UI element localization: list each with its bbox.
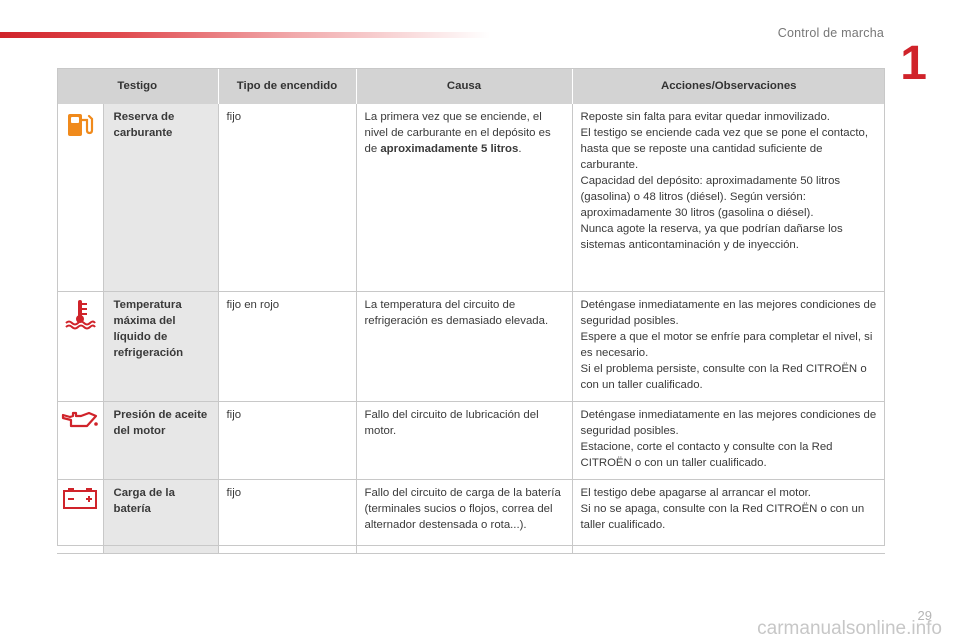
action-line: Espere a que el motor se enfríe para com… bbox=[580, 330, 873, 359]
light-name: Carga de la batería bbox=[103, 479, 219, 554]
coolant-temperature-icon bbox=[61, 298, 99, 330]
table-header-row: Testigo Tipo de encendido Causa Acciones… bbox=[57, 68, 885, 104]
light-cause: Fallo del circuito de lubricación del mo… bbox=[356, 401, 573, 480]
action-line: Si el problema persiste, consulte con la… bbox=[580, 362, 867, 391]
light-type: fijo bbox=[218, 104, 357, 292]
battery-icon bbox=[61, 486, 99, 510]
action-line: Reposte sin falta para evitar quedar inm… bbox=[580, 111, 830, 123]
light-name: Temperatura máxima del líquido de refrig… bbox=[103, 291, 219, 402]
light-actions: Deténgase inmediatamente en las mejores … bbox=[572, 401, 885, 480]
icon-cell bbox=[57, 479, 104, 554]
light-type: fijo en rojo bbox=[218, 291, 357, 402]
table-row: Presión de aceite del motor fijo Fallo d… bbox=[57, 401, 885, 480]
action-line: Nunca agote la reserva, ya que podrían d… bbox=[580, 223, 843, 251]
icon-cell bbox=[57, 104, 104, 292]
light-type: fijo bbox=[218, 479, 357, 554]
cause-text-end: . bbox=[518, 143, 522, 155]
action-line: Capacidad del depósito: aproximadamente … bbox=[580, 175, 841, 219]
light-cause: La primera vez que se enciende, el nivel… bbox=[356, 104, 573, 292]
section-title: Control de marcha bbox=[777, 26, 884, 40]
icon-cell bbox=[57, 291, 104, 402]
action-line: Deténgase inmediatamente en las mejores … bbox=[580, 408, 877, 437]
action-line: Si no se apaga, consulte con la Red CITR… bbox=[580, 502, 865, 531]
column-header-acciones: Acciones/Observaciones bbox=[572, 68, 885, 104]
table-row: Temperatura máxima del líquido de refrig… bbox=[57, 291, 885, 402]
light-cause: Fallo del circuito de carga de la baterí… bbox=[356, 479, 573, 554]
light-actions: Reposte sin falta para evitar quedar inm… bbox=[572, 104, 885, 292]
column-header-causa: Causa bbox=[356, 68, 573, 104]
oil-can-icon bbox=[61, 408, 99, 432]
cause-bold-text: aproximadamente 5 litros bbox=[380, 143, 519, 155]
table-row: Reserva de carburante fijo La primera ve… bbox=[57, 104, 885, 292]
action-line: Deténgase inmediatamente en las mejores … bbox=[580, 298, 877, 327]
light-type: fijo bbox=[218, 401, 357, 480]
light-name: Presión de aceite del motor bbox=[103, 401, 219, 480]
watermark: carmanualsonline.info bbox=[757, 618, 942, 639]
header-accent-bar bbox=[0, 32, 490, 38]
fuel-pump-icon bbox=[61, 110, 99, 140]
column-header-testigo: Testigo bbox=[57, 68, 219, 104]
action-line: El testigo se enciende cada vez que se p… bbox=[580, 127, 869, 171]
light-cause: La temperatura del circuito de refrigera… bbox=[356, 291, 573, 402]
light-name: Reserva de carburante bbox=[103, 104, 219, 292]
action-line: El testigo debe apagarse al arrancar el … bbox=[580, 486, 811, 499]
icon-cell bbox=[57, 401, 104, 480]
warning-lights-table: Testigo Tipo de encendido Causa Acciones… bbox=[57, 68, 885, 554]
action-line: Estacione, corte el contacto y consulte … bbox=[580, 440, 833, 469]
light-actions: Deténgase inmediatamente en las mejores … bbox=[572, 291, 885, 402]
column-header-tipo: Tipo de encendido bbox=[218, 68, 357, 104]
table-row: Carga de la batería fijo Fallo del circu… bbox=[57, 479, 885, 554]
light-actions: El testigo debe apagarse al arrancar el … bbox=[572, 479, 885, 554]
chapter-number: 1 bbox=[900, 37, 927, 90]
